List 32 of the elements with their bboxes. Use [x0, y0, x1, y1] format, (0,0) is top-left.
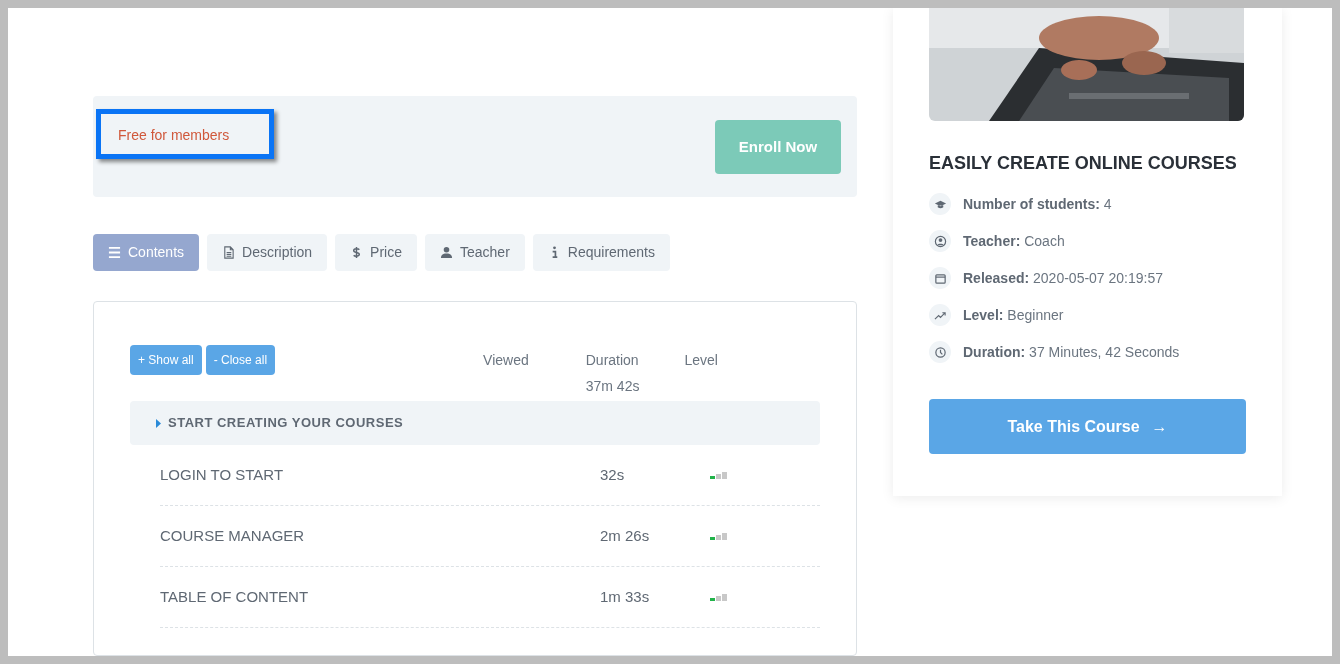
clock-icon — [929, 341, 951, 363]
course-fact: Level: Beginner — [963, 305, 1064, 325]
tab[interactable]: Requirements — [532, 234, 670, 271]
trend-icon — [929, 304, 951, 326]
price-note: Free for members — [96, 109, 274, 159]
course-fact: Number of students: 4 — [963, 194, 1112, 214]
section-title: START CREATING YOUR COURSES — [168, 414, 404, 433]
person-icon — [440, 246, 453, 259]
caret-icon — [156, 418, 162, 428]
column-header: Duration — [585, 351, 640, 370]
tab[interactable]: Teacher — [425, 234, 525, 271]
section-header[interactable]: START CREATING YOUR COURSES — [130, 401, 820, 445]
cap-icon — [929, 193, 951, 215]
document-icon — [222, 246, 236, 259]
lesson-duration: 1m 33s — [600, 586, 651, 607]
lesson-title[interactable]: LOGIN TO START — [160, 463, 600, 487]
calendar-icon — [929, 267, 951, 289]
course-fact: Released: 2020-05-07 20:19:57 — [963, 268, 1164, 288]
course-fact: Duration: 37 Minutes, 42 Seconds — [963, 342, 1180, 362]
tab[interactable]: Description — [207, 234, 328, 271]
course-fact: Teacher: Coach — [963, 231, 1065, 251]
lesson-title[interactable]: TABLE OF CONTENT — [160, 585, 600, 609]
lesson-duration: 2m 26s — [600, 525, 651, 546]
tab[interactable]: Price — [335, 234, 417, 271]
total-duration: 37m 42s — [585, 377, 640, 396]
lesson-duration: 32s — [600, 464, 626, 485]
column-header: Level — [684, 351, 718, 370]
column-header: Viewed — [483, 351, 529, 370]
menu-icon — [108, 246, 121, 259]
person-icon — [929, 230, 951, 252]
lesson-title[interactable]: COURSE MANAGER — [160, 524, 600, 548]
course-title: EASILY CREATE ONLINE COURSES — [929, 152, 1238, 175]
